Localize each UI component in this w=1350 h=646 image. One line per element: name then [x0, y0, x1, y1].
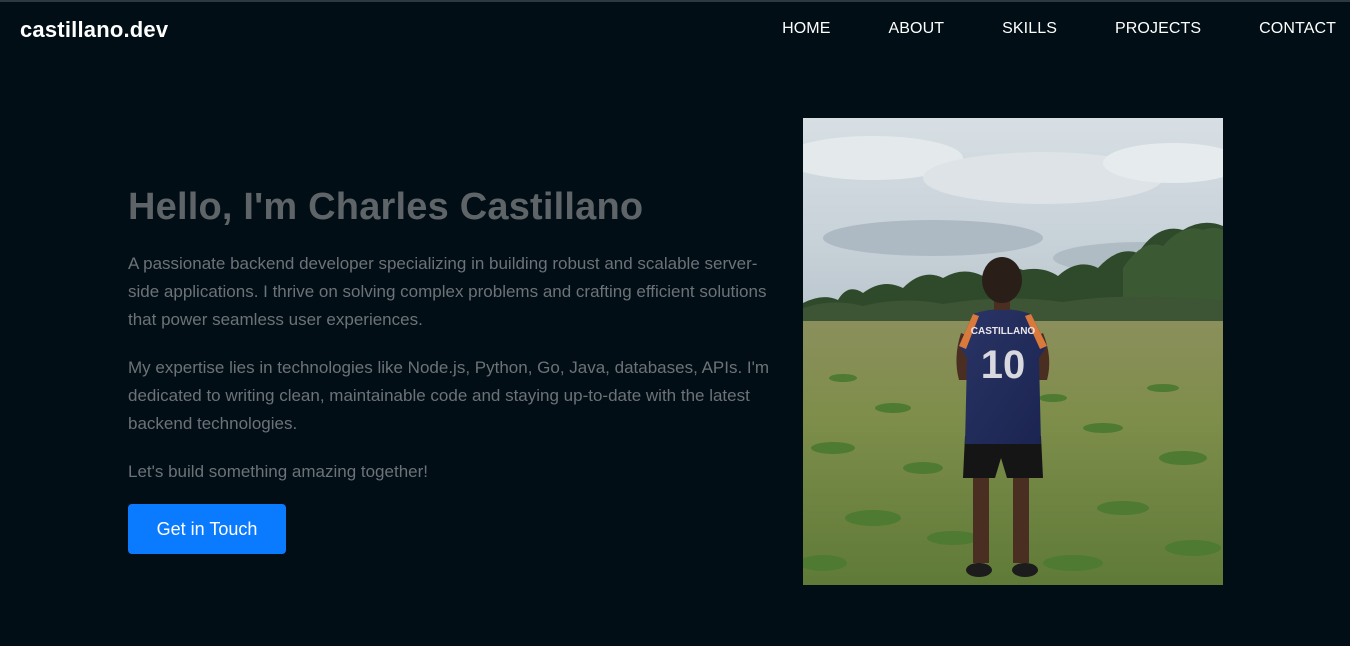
hero-title: Hello, I'm Charles Castillano: [128, 186, 644, 228]
hero-intro: Hello, I'm Charles Castillano A passiona…: [128, 180, 788, 486]
nav-links: HOME ABOUT SKILLS PROJECTS CONTACT: [724, 20, 1336, 38]
profile-photo: CASTILLANO 10: [803, 118, 1223, 585]
nav-skills[interactable]: SKILLS: [1002, 20, 1057, 38]
jersey-name: CASTILLANO: [971, 326, 1036, 337]
nav-contact[interactable]: CONTACT: [1259, 20, 1336, 38]
hero-paragraph-2: My expertise lies in technologies like N…: [128, 358, 770, 433]
site-logo[interactable]: castillano.dev: [20, 17, 168, 43]
nav-home[interactable]: HOME: [782, 20, 830, 38]
nav-projects[interactable]: PROJECTS: [1115, 20, 1201, 38]
get-in-touch-button[interactable]: Get in Touch: [128, 504, 286, 554]
jersey-number: 10: [981, 343, 1026, 387]
cloud: [823, 220, 1043, 256]
hero-paragraph-1: A passionate backend developer specializ…: [128, 254, 767, 329]
nav-about[interactable]: ABOUT: [889, 20, 945, 38]
hero-paragraph-3: Let's build something amazing together!: [128, 462, 428, 481]
navbar: castillano.dev HOME ABOUT SKILLS PROJECT…: [0, 2, 1350, 60]
